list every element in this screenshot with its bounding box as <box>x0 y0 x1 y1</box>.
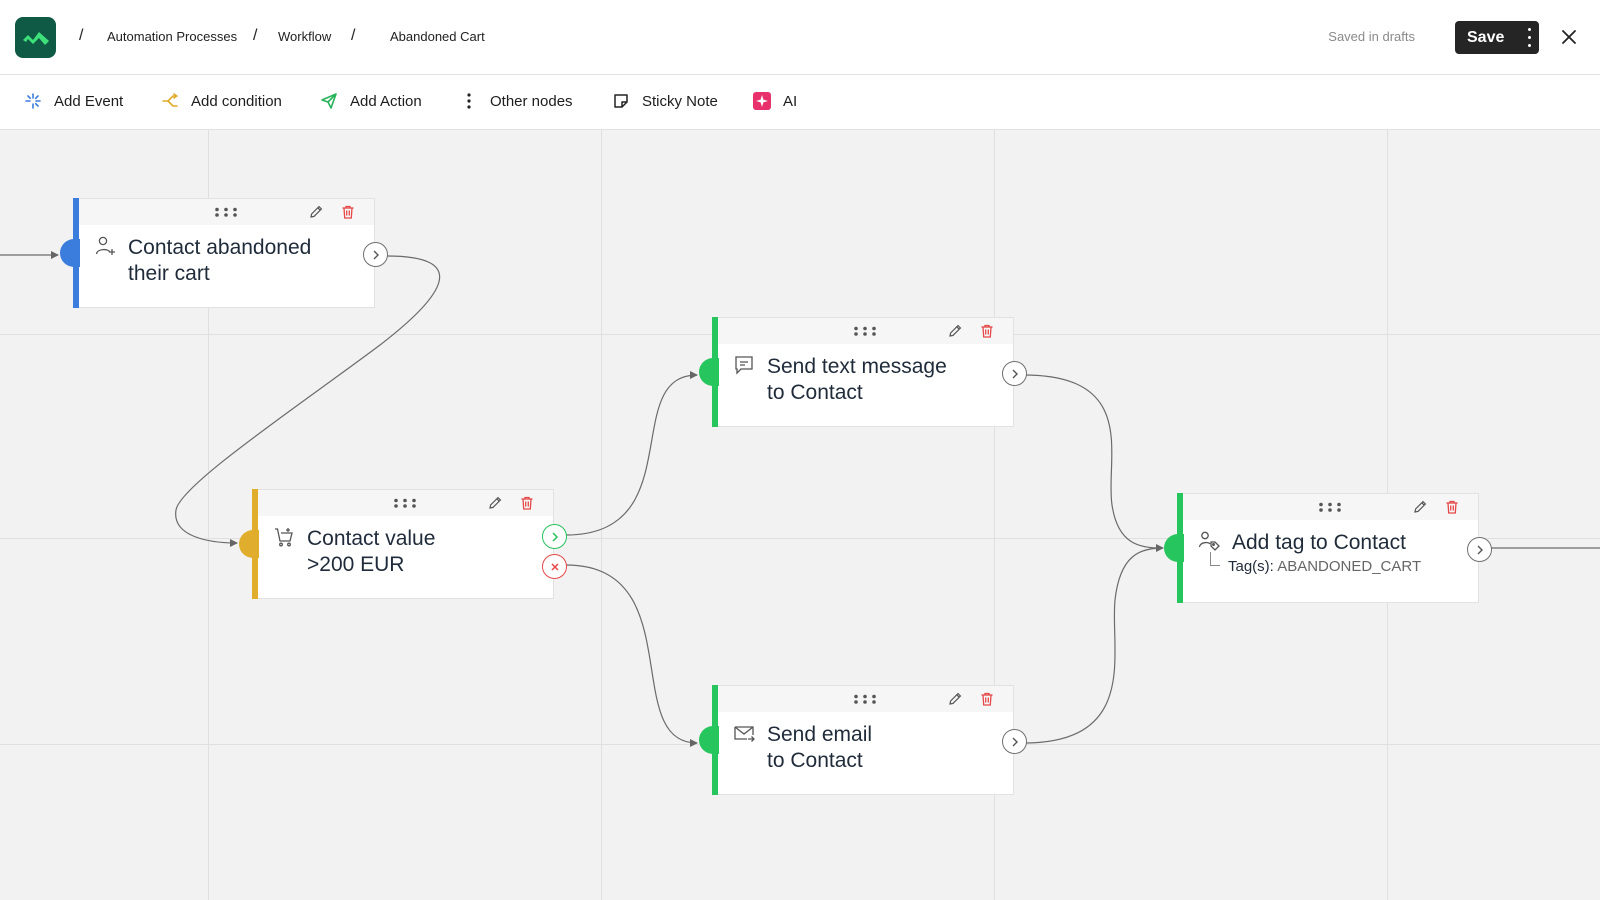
node-output-port[interactable] <box>1002 729 1027 754</box>
edge-condition-yes-to-sms <box>565 371 698 536</box>
app-logo[interactable] <box>15 17 56 58</box>
delete-icon[interactable] <box>1444 499 1460 515</box>
sparkle-icon <box>24 92 42 110</box>
node-input-port[interactable] <box>699 358 719 386</box>
node-output-port[interactable] <box>363 242 388 267</box>
node-title: Send email to Contact <box>767 723 873 772</box>
drag-handle-icon[interactable] <box>853 694 877 704</box>
node-header <box>79 199 374 225</box>
workflow-canvas[interactable]: Contact abandoned their cart Contact valu… <box>0 130 1600 900</box>
delete-icon[interactable] <box>340 204 356 220</box>
delete-icon[interactable] <box>519 495 535 511</box>
other-nodes-label: Other nodes <box>490 92 573 110</box>
node-header <box>718 686 1013 712</box>
sticky-note-button[interactable]: Sticky Note <box>612 92 718 110</box>
action-node-send-email[interactable]: Send email to Contact <box>699 685 1027 795</box>
ai-button[interactable]: AI <box>753 92 797 110</box>
breadcrumb-separator: / <box>253 27 258 44</box>
chevron-right-icon <box>373 250 379 259</box>
node-title: Send text message to Contact <box>767 355 947 404</box>
add-event-label: Add Event <box>54 92 124 110</box>
split-icon <box>161 92 179 110</box>
node-header <box>718 318 1013 344</box>
sticky-note-label: Sticky Note <box>642 92 718 110</box>
edit-icon[interactable] <box>1412 499 1428 515</box>
node-header <box>258 490 553 516</box>
drag-handle-icon[interactable] <box>1318 502 1342 512</box>
user-tag-icon <box>1198 531 1220 551</box>
node-title: Contact value >200 EUR <box>307 527 436 576</box>
send-icon <box>320 92 338 110</box>
cart-icon <box>275 528 293 547</box>
node-input-port[interactable] <box>1164 534 1184 562</box>
edit-icon[interactable] <box>308 204 324 220</box>
add-event-button[interactable]: Add Event <box>24 92 123 110</box>
chevron-right-icon <box>1012 369 1018 378</box>
breadcrumb-separator: / <box>79 27 84 44</box>
edit-icon[interactable] <box>487 495 503 511</box>
close-icon[interactable] <box>1558 26 1580 48</box>
edit-icon[interactable] <box>947 691 963 707</box>
other-nodes-button[interactable]: Other nodes <box>460 92 573 110</box>
add-action-button[interactable]: Add Action <box>320 92 422 110</box>
delete-icon[interactable] <box>979 323 995 339</box>
save-button-label: Save <box>1467 28 1505 46</box>
tag-field-label: Tag(s): <box>1228 558 1274 575</box>
chevron-right-icon <box>551 531 558 542</box>
delete-icon[interactable] <box>979 691 995 707</box>
condition-yes-port[interactable] <box>542 524 567 549</box>
node-input-port[interactable] <box>60 239 80 267</box>
action-node-add-tag[interactable]: Add tag to Contact Tag(s): ABANDONED_CAR… <box>1164 493 1492 603</box>
branch-connector-icon <box>1210 552 1220 566</box>
sticky-note-icon <box>612 92 630 110</box>
action-node-send-text-message[interactable]: Send text message to Contact <box>699 317 1027 427</box>
node-toolbar: Add Event Add condition Add Action Other… <box>0 75 1600 130</box>
add-condition-button[interactable]: Add condition <box>161 92 282 110</box>
save-button[interactable]: Save <box>1455 21 1539 54</box>
logo-mark-icon <box>22 31 49 45</box>
user-plus-icon <box>95 236 115 255</box>
node-input-port[interactable] <box>239 530 259 558</box>
ai-sparkle-icon <box>753 92 771 110</box>
edge-email-to-tag <box>1023 547 1164 744</box>
close-x-icon <box>550 562 559 571</box>
breadcrumb-automation-processes[interactable]: Automation Processes <box>107 29 237 44</box>
node-header <box>1183 494 1478 520</box>
node-output-port[interactable] <box>1467 537 1492 562</box>
condition-node-contact-value[interactable]: Contact value >200 EUR <box>239 489 567 599</box>
node-output-port[interactable] <box>1002 361 1027 386</box>
drag-handle-icon[interactable] <box>853 326 877 336</box>
node-title: Contact abandoned their cart <box>128 236 312 285</box>
edge-condition-no-to-email <box>565 564 698 747</box>
breadcrumb-current-workflow: Abandoned Cart <box>390 29 485 44</box>
chat-icon <box>735 356 753 375</box>
top-header: / Automation Processes / Workflow / Aban… <box>0 0 1600 75</box>
add-condition-label: Add condition <box>191 92 282 110</box>
add-action-label: Add Action <box>350 92 422 110</box>
breadcrumb-separator: / <box>351 27 356 44</box>
mail-icon <box>734 726 755 742</box>
drag-handle-icon[interactable] <box>393 498 417 508</box>
drag-handle-icon[interactable] <box>214 207 238 217</box>
tag-field-value: ABANDONED_CART <box>1277 558 1422 575</box>
node-title: Add tag to Contact <box>1232 531 1406 554</box>
ai-label: AI <box>783 92 798 110</box>
chevron-right-icon <box>1012 737 1018 746</box>
save-status-text: Saved in drafts <box>1328 29 1415 44</box>
edit-icon[interactable] <box>947 323 963 339</box>
edge-sms-to-tag <box>1023 374 1164 552</box>
node-tag-summary: Tag(s): ABANDONED_CART <box>1210 552 1422 575</box>
more-vertical-icon <box>460 92 478 110</box>
chevron-right-icon <box>1477 545 1483 554</box>
save-options-icon[interactable] <box>1527 28 1531 47</box>
event-node-contact-abandoned-cart[interactable]: Contact abandoned their cart <box>60 198 388 308</box>
breadcrumb-workflow[interactable]: Workflow <box>278 29 331 44</box>
node-input-port[interactable] <box>699 726 719 754</box>
condition-no-port[interactable] <box>542 554 567 579</box>
